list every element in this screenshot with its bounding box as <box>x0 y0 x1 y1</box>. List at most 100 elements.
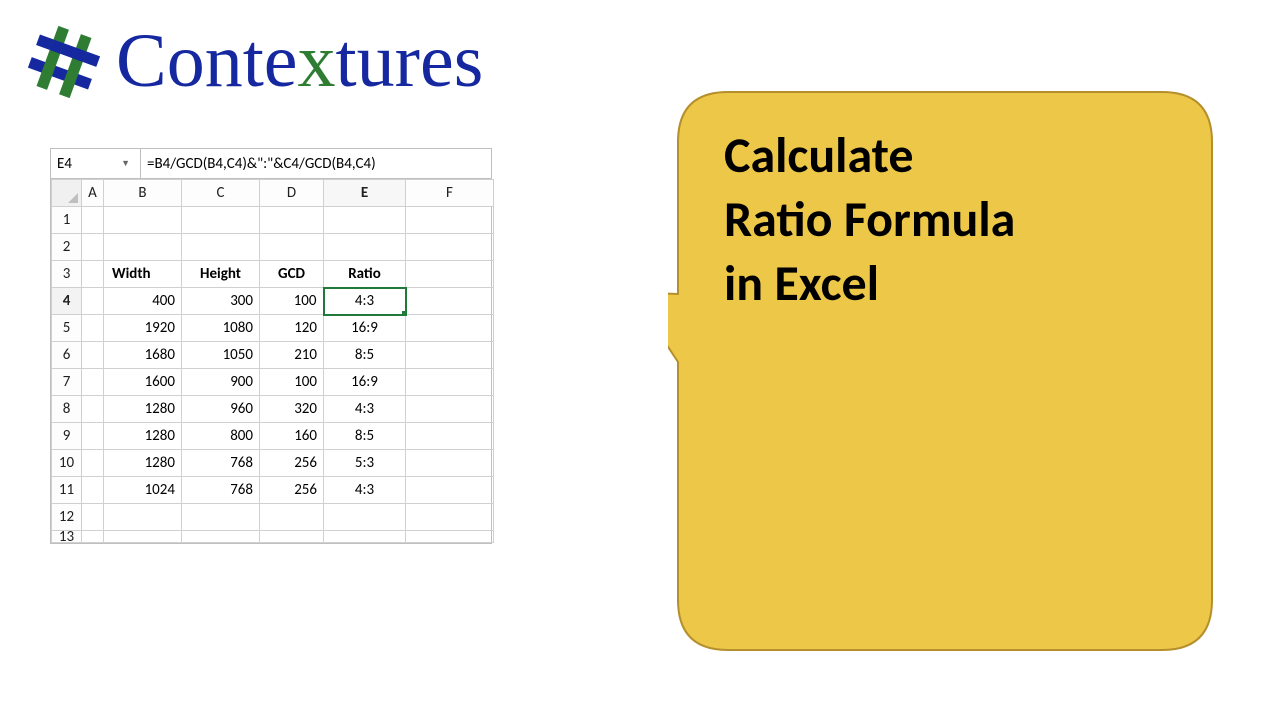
cell-A[interactable] <box>82 450 104 477</box>
cell-A[interactable] <box>82 234 104 261</box>
col-B[interactable]: B <box>104 180 182 207</box>
row-header[interactable]: 6 <box>52 342 82 369</box>
cell-D[interactable]: 210 <box>260 342 324 369</box>
row-header[interactable]: 12 <box>52 504 82 531</box>
cell-A[interactable] <box>82 504 104 531</box>
col-A[interactable]: A <box>82 180 104 207</box>
cell-F[interactable] <box>406 423 494 450</box>
cell-F[interactable] <box>406 342 494 369</box>
cell-E[interactable]: 4:3 <box>324 396 406 423</box>
col-F[interactable]: F <box>406 180 494 207</box>
cell-B[interactable] <box>104 531 182 543</box>
cell-D[interactable] <box>260 504 324 531</box>
col-D[interactable]: D <box>260 180 324 207</box>
cell-D[interactable]: 256 <box>260 450 324 477</box>
cell-F[interactable] <box>406 234 494 261</box>
cell-F[interactable] <box>406 207 494 234</box>
col-E[interactable]: E <box>324 180 406 207</box>
cell-E[interactable]: 4:3 <box>324 288 406 315</box>
cell-F[interactable] <box>406 315 494 342</box>
cell-E[interactable] <box>324 504 406 531</box>
row-header[interactable]: 8 <box>52 396 82 423</box>
cell-F[interactable] <box>406 369 494 396</box>
cell-E[interactable]: 8:5 <box>324 423 406 450</box>
cell-F[interactable] <box>406 288 494 315</box>
cell-C[interactable] <box>182 504 260 531</box>
row-header[interactable]: 1 <box>52 207 82 234</box>
cell-A[interactable] <box>82 315 104 342</box>
cell-C[interactable]: 960 <box>182 396 260 423</box>
cell-C[interactable]: 1050 <box>182 342 260 369</box>
cell-D[interactable]: 100 <box>260 288 324 315</box>
cell-E[interactable] <box>324 207 406 234</box>
cell-A[interactable] <box>82 261 104 288</box>
cell-C[interactable]: 1080 <box>182 315 260 342</box>
cell-E[interactable]: 16:9 <box>324 369 406 396</box>
cell-F[interactable] <box>406 504 494 531</box>
cell-D[interactable] <box>260 207 324 234</box>
row-header[interactable]: 10 <box>52 450 82 477</box>
name-box[interactable]: E4 ▼ <box>51 149 141 178</box>
cell-C[interactable]: 800 <box>182 423 260 450</box>
cell-E[interactable]: Ratio <box>324 261 406 288</box>
cell-E[interactable]: 16:9 <box>324 315 406 342</box>
row-header[interactable]: 9 <box>52 423 82 450</box>
cell-D[interactable]: 256 <box>260 477 324 504</box>
cell-C[interactable] <box>182 234 260 261</box>
cell-A[interactable] <box>82 342 104 369</box>
cell-C[interactable]: Height <box>182 261 260 288</box>
row-header[interactable]: 13 <box>52 531 82 543</box>
cell-A[interactable] <box>82 423 104 450</box>
cell-B[interactable]: 1024 <box>104 477 182 504</box>
row-header[interactable]: 11 <box>52 477 82 504</box>
name-box-dropdown-icon[interactable]: ▼ <box>121 158 130 169</box>
cell-E[interactable]: 4:3 <box>324 477 406 504</box>
cell-A[interactable] <box>82 396 104 423</box>
cell-C[interactable]: 768 <box>182 450 260 477</box>
cell-C[interactable]: 300 <box>182 288 260 315</box>
cell-B[interactable]: Width <box>104 261 182 288</box>
cell-F[interactable] <box>406 261 494 288</box>
cell-B[interactable]: 400 <box>104 288 182 315</box>
cell-A[interactable] <box>82 477 104 504</box>
cell-A[interactable] <box>82 531 104 543</box>
row-header[interactable]: 5 <box>52 315 82 342</box>
formula-input[interactable]: =B4/GCD(B4,C4)&":"&C4/GCD(B4,C4) <box>141 149 491 178</box>
cell-E[interactable]: 5:3 <box>324 450 406 477</box>
cell-D[interactable]: 160 <box>260 423 324 450</box>
cell-E[interactable] <box>324 531 406 543</box>
col-C[interactable]: C <box>182 180 260 207</box>
cell-D[interactable] <box>260 234 324 261</box>
cell-C[interactable]: 768 <box>182 477 260 504</box>
cell-F[interactable] <box>406 477 494 504</box>
cell-E[interactable]: 8:5 <box>324 342 406 369</box>
cell-B[interactable]: 1280 <box>104 450 182 477</box>
cell-D[interactable]: 100 <box>260 369 324 396</box>
cell-F[interactable] <box>406 531 494 543</box>
cell-C[interactable] <box>182 531 260 543</box>
cell-A[interactable] <box>82 207 104 234</box>
row-header[interactable]: 3 <box>52 261 82 288</box>
cell-B[interactable]: 1600 <box>104 369 182 396</box>
cell-E[interactable] <box>324 234 406 261</box>
cell-A[interactable] <box>82 369 104 396</box>
cell-B[interactable]: 1280 <box>104 423 182 450</box>
select-all-corner[interactable] <box>52 180 82 207</box>
cell-B[interactable] <box>104 207 182 234</box>
cell-B[interactable] <box>104 504 182 531</box>
cell-D[interactable] <box>260 531 324 543</box>
cell-C[interactable]: 900 <box>182 369 260 396</box>
cell-F[interactable] <box>406 450 494 477</box>
cell-A[interactable] <box>82 288 104 315</box>
cell-D[interactable]: 120 <box>260 315 324 342</box>
cell-B[interactable]: 1280 <box>104 396 182 423</box>
cell-F[interactable] <box>406 396 494 423</box>
cell-B[interactable]: 1680 <box>104 342 182 369</box>
row-header[interactable]: 2 <box>52 234 82 261</box>
cell-B[interactable]: 1920 <box>104 315 182 342</box>
cell-D[interactable]: GCD <box>260 261 324 288</box>
spreadsheet-grid[interactable]: A B C D E F 123WidthHeightGCDRatio440030… <box>51 179 494 543</box>
row-header[interactable]: 7 <box>52 369 82 396</box>
cell-D[interactable]: 320 <box>260 396 324 423</box>
cell-B[interactable] <box>104 234 182 261</box>
